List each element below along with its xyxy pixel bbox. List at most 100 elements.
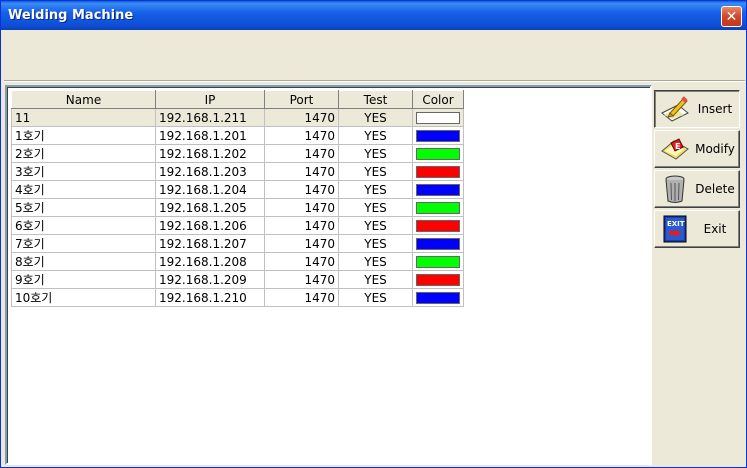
cell-name: 1호기 [11,126,156,145]
trash-can-icon [659,174,691,204]
cell-test: YES [338,144,413,163]
cell-test: YES [338,180,413,199]
cell-ip: 192.168.1.207 [155,234,265,253]
cell-color [412,270,464,289]
cell-test: YES [338,126,413,145]
cell-color [412,162,464,181]
color-swatch [416,237,460,250]
table-row[interactable]: 3호기 192.168.1.203 1470 YES [11,162,464,181]
exit-button[interactable]: EXIT Exit [654,210,740,248]
cell-name: 7호기 [11,234,156,253]
cell-port: 1470 [264,180,339,199]
color-swatch [416,129,460,142]
color-swatch [416,255,460,268]
cell-port: 1470 [264,270,339,289]
divider [4,80,745,82]
table-row[interactable]: 5호기 192.168.1.205 1470 YES [11,198,464,217]
cell-port: 1470 [264,144,339,163]
cell-test: YES [338,234,413,253]
column-header-port[interactable]: Port [264,90,339,109]
color-swatch [416,147,460,160]
cell-ip: 192.168.1.201 [155,126,265,145]
delete-button[interactable]: Delete [654,170,740,208]
color-swatch [416,273,460,286]
cell-port: 1470 [264,108,339,127]
close-button[interactable]: ✕ [721,6,742,27]
cell-test: YES [338,288,413,307]
cell-test: YES [338,270,413,289]
cell-port: 1470 [264,234,339,253]
insert-label: Insert [697,102,733,116]
title-bar[interactable]: Welding Machine ✕ [1,1,746,30]
pencil-paper-icon [659,94,691,124]
table-header-row: Name IP Port Test Color [11,90,464,109]
column-header-ip[interactable]: IP [155,90,265,109]
cell-name: 5호기 [11,198,156,217]
cell-test: YES [338,216,413,235]
column-header-name[interactable]: Name [11,90,156,109]
cell-name: 2호기 [11,144,156,163]
cell-ip: 192.168.1.208 [155,252,265,271]
table-row[interactable]: 4호기 192.168.1.204 1470 YES [11,180,464,199]
app-window: Welding Machine ✕ Name IP Port Test Colo… [0,0,747,468]
exit-door-icon: EXIT [659,214,691,244]
cell-name: 6호기 [11,216,156,235]
color-swatch [416,201,460,214]
color-swatch [416,219,460,232]
cell-port: 1470 [264,198,339,217]
cell-name: 8호기 [11,252,156,271]
window-title: Welding Machine [8,8,134,23]
cell-color [412,180,464,199]
cell-color [412,234,464,253]
close-icon: ✕ [725,8,738,25]
modify-label: Modify [695,142,735,156]
cell-port: 1470 [264,252,339,271]
cell-ip: 192.168.1.209 [155,270,265,289]
table-row[interactable]: 7호기 192.168.1.207 1470 YES [11,234,464,253]
cell-name: 11 [11,108,156,127]
machine-list[interactable]: Name IP Port Test Color 11 192.168.1.211 1… [5,85,652,465]
cell-test: YES [338,162,413,181]
cell-ip: 192.168.1.202 [155,144,265,163]
cell-color [412,144,464,163]
table-row[interactable]: 1호기 192.168.1.201 1470 YES [11,126,464,145]
cell-ip: 192.168.1.205 [155,198,265,217]
cell-port: 1470 [264,126,339,145]
cell-color [412,198,464,217]
cell-color [412,288,464,307]
svg-text:E: E [675,142,680,151]
cell-color [412,252,464,271]
cell-ip: 192.168.1.211 [155,108,265,127]
machine-table: Name IP Port Test Color 11 192.168.1.211 1… [11,90,464,307]
cell-color [412,108,464,127]
cell-color [412,216,464,235]
cell-test: YES [338,108,413,127]
table-row[interactable]: 11 192.168.1.211 1470 YES [11,108,464,127]
action-panel: Insert E Modify Delete EXIT Exit [652,85,744,465]
cell-ip: 192.168.1.203 [155,162,265,181]
cell-port: 1470 [264,162,339,181]
table-row[interactable]: 6호기 192.168.1.206 1470 YES [11,216,464,235]
color-swatch [416,291,460,304]
cell-test: YES [338,198,413,217]
exit-icon-text: EXIT [667,220,685,228]
table-row[interactable]: 9호기 192.168.1.209 1470 YES [11,270,464,289]
column-header-color[interactable]: Color [412,90,464,109]
edit-eraser-icon: E [659,134,691,164]
top-panel [4,30,745,79]
cell-port: 1470 [264,216,339,235]
cell-ip: 192.168.1.210 [155,288,265,307]
table-row[interactable]: 2호기 192.168.1.202 1470 YES [11,144,464,163]
delete-label: Delete [695,182,735,196]
insert-button[interactable]: Insert [654,90,740,128]
cell-color [412,126,464,145]
table-row[interactable]: 8호기 192.168.1.208 1470 YES [11,252,464,271]
cell-name: 10호기 [11,288,156,307]
table-row[interactable]: 10호기 192.168.1.210 1470 YES [11,288,464,307]
color-swatch [416,111,460,124]
cell-test: YES [338,252,413,271]
cell-ip: 192.168.1.206 [155,216,265,235]
modify-button[interactable]: E Modify [654,130,740,168]
cell-ip: 192.168.1.204 [155,180,265,199]
column-header-test[interactable]: Test [338,90,413,109]
